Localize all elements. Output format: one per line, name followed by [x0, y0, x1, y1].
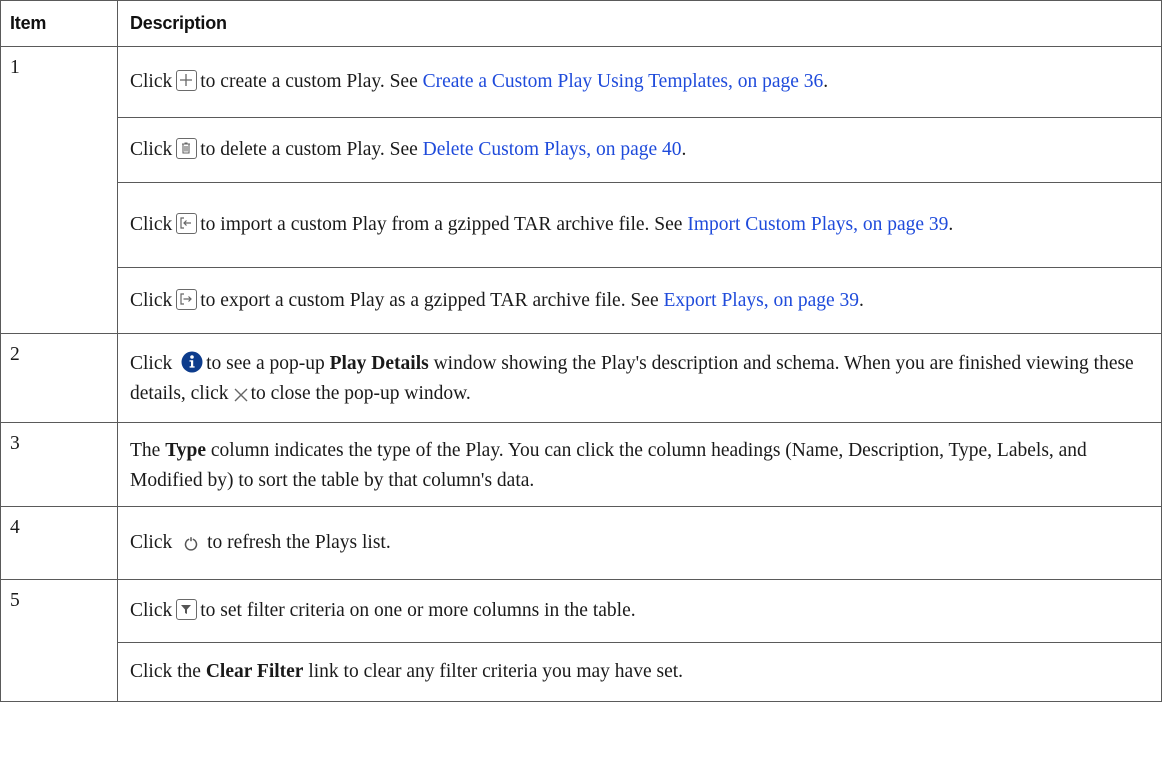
table-row: 3 The Type column indicates the type of … [0, 422, 1162, 507]
punctuation: . [859, 289, 864, 311]
click-label: Click [130, 532, 173, 553]
table-row: 1 Click to create a custom Play. See Crea… [0, 46, 1162, 334]
item-number-3: 3 [0, 422, 118, 507]
header-description: Description [117, 0, 1162, 47]
description-text: to refresh the Plays list. [207, 532, 391, 553]
click-label: Click [130, 214, 173, 235]
description-cell: The Type column indicates the type of th… [117, 422, 1162, 507]
description-cell: Click the Clear Filter link to clear any… [117, 642, 1162, 702]
table-header-row: Item Description [0, 0, 1162, 47]
cross-reference-link[interactable]: Create a Custom Play Using Templates, on… [423, 71, 824, 92]
import-icon [176, 213, 198, 234]
table-row: 5 Click to set filter criteria on one or … [0, 579, 1162, 702]
description-cell: Click to see a pop-up Play Details windo… [117, 333, 1162, 423]
click-label: Click [130, 71, 173, 92]
description-cell: Click to create a custom Play. See Create… [117, 46, 1162, 118]
item-number-5: 5 [0, 579, 118, 702]
item-number-4: 4 [0, 506, 118, 580]
description-text: to import a custom Play from a gzipped T… [200, 214, 683, 235]
description-cell: Click to delete a custom Play. See Delete… [117, 117, 1162, 183]
table-row: Click to import a custom Play from a gzip… [1, 182, 1162, 268]
item-number-1: 1 [0, 46, 118, 334]
item-number-2: 2 [0, 333, 118, 423]
info-icon [181, 351, 203, 373]
table-row: 2 Click to see a pop-up Play Details win… [0, 333, 1162, 423]
table-row: 4 Click to refresh the Plays list. [0, 506, 1162, 580]
description-cell: Click to set filter criteria on one or mo… [117, 579, 1162, 643]
click-label: Click [130, 139, 173, 160]
type-term: Type [165, 439, 207, 461]
cross-reference-link[interactable]: Export Plays, on page 39 [664, 290, 860, 311]
description-cell: Click to import a custom Play from a gzip… [117, 182, 1162, 268]
plus-icon [176, 70, 198, 91]
description-text: to see a pop-up [206, 353, 325, 374]
close-icon [233, 387, 249, 403]
punctuation: . [948, 214, 954, 235]
description-cell: Click to export a custom Play as a gzippe… [117, 267, 1162, 334]
description-text: to export a custom Play as a gzipped TAR… [200, 289, 659, 311]
description-text: column indicates the type of the Play. Y… [130, 439, 1087, 491]
items-table: Item Description 1 Click to create a cust… [0, 0, 1162, 702]
table-row: Click to export a custom Play as a gzippe… [1, 267, 1162, 334]
punctuation: . [681, 139, 687, 160]
description-text: Click the [130, 661, 201, 682]
cross-reference-link[interactable]: Delete Custom Plays, on page 40 [423, 139, 682, 160]
export-icon [176, 288, 198, 310]
click-label: Click [130, 289, 173, 311]
description-text: to create a custom Play. See [200, 71, 418, 92]
description-text: to set filter criteria on one or more co… [200, 600, 636, 621]
trash-icon [176, 138, 198, 159]
clear-filter-term: Clear Filter [205, 661, 304, 682]
play-details-term: Play Details [329, 353, 429, 374]
description-cell: Click to refresh the Plays list. [117, 506, 1162, 580]
cross-reference-link[interactable]: Import Custom Plays, on page 39 [687, 214, 948, 235]
table-row: Click to delete a custom Play. See Delete… [1, 117, 1162, 183]
description-text: to close the pop-up window. [250, 383, 471, 404]
header-item: Item [0, 0, 118, 47]
punctuation: . [823, 71, 829, 92]
description-text: link to clear any filter criteria you ma… [308, 661, 684, 682]
filter-icon [176, 599, 198, 620]
click-label: Click [130, 600, 173, 621]
description-text: to delete a custom Play. See [200, 139, 418, 160]
table-row: Click the Clear Filter link to clear any… [1, 642, 1162, 702]
click-label: Click [130, 353, 173, 374]
refresh-icon [183, 536, 199, 552]
description-text: The [130, 439, 161, 461]
